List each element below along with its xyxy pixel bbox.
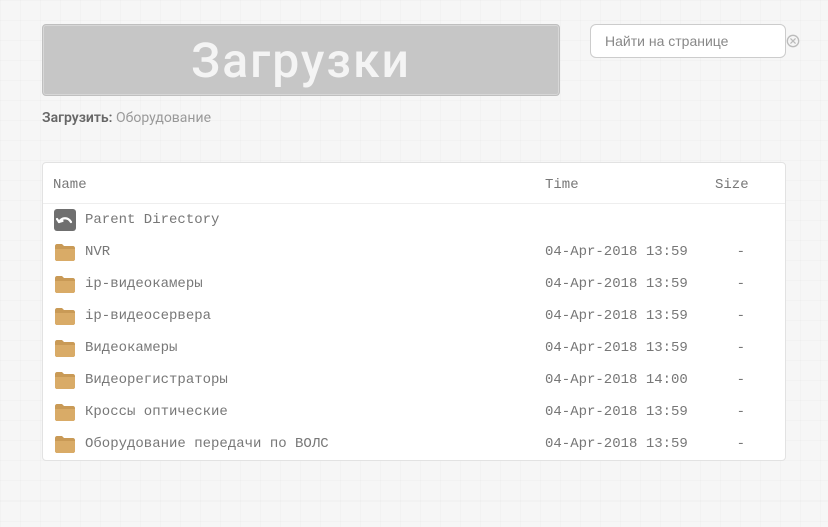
item-time: 04-Apr-2018 14:00 [545, 372, 715, 388]
item-time: 04-Apr-2018 13:59 [545, 308, 715, 324]
search-box[interactable] [590, 24, 786, 58]
item-name[interactable]: Оборудование передачи по ВОЛС [85, 436, 545, 452]
parent-directory-label[interactable]: Parent Directory [85, 212, 545, 228]
listing-header: Name Time Size [43, 163, 785, 204]
parent-directory-icon [53, 208, 77, 232]
item-name[interactable]: Видеокамеры [85, 340, 545, 356]
col-size-header[interactable]: Size [715, 177, 775, 193]
list-item[interactable]: ip-видеосервера04-Apr-2018 13:59- [43, 300, 785, 332]
item-time: 04-Apr-2018 13:59 [545, 276, 715, 292]
item-size: - [715, 436, 775, 452]
folder-icon [53, 240, 77, 264]
item-name[interactable]: ip-видеокамеры [85, 276, 545, 292]
list-item[interactable]: Видеорегистраторы04-Apr-2018 14:00- [43, 364, 785, 396]
list-item[interactable]: Кроссы оптические04-Apr-2018 13:59- [43, 396, 785, 428]
folder-icon [53, 432, 77, 456]
folder-icon [53, 336, 77, 360]
item-size: - [715, 340, 775, 356]
banner-title: Загрузки [191, 32, 411, 89]
item-time: 04-Apr-2018 13:59 [545, 436, 715, 452]
folder-icon [53, 304, 77, 328]
folder-icon [53, 368, 77, 392]
item-size: - [715, 308, 775, 324]
item-time: 04-Apr-2018 13:59 [545, 244, 715, 260]
breadcrumb: Загрузить: Оборудование [42, 110, 786, 126]
item-name[interactable]: Кроссы оптические [85, 404, 545, 420]
list-item[interactable]: Видеокамеры04-Apr-2018 13:59- [43, 332, 785, 364]
parent-directory-row[interactable]: Parent Directory [43, 204, 785, 236]
item-size: - [715, 244, 775, 260]
item-time: 04-Apr-2018 13:59 [545, 404, 715, 420]
list-item[interactable]: ip-видеокамеры04-Apr-2018 13:59- [43, 268, 785, 300]
breadcrumb-path[interactable]: Оборудование [116, 110, 211, 126]
list-item[interactable]: Оборудование передачи по ВОЛС04-Apr-2018… [43, 428, 785, 460]
item-size: - [715, 404, 775, 420]
folder-icon [53, 400, 77, 424]
item-name[interactable]: NVR [85, 244, 545, 260]
item-size: - [715, 372, 775, 388]
item-time: 04-Apr-2018 13:59 [545, 340, 715, 356]
directory-listing: Name Time Size Parent Directory NVR04-Ap… [42, 162, 786, 461]
item-name[interactable]: ip-видеосервера [85, 308, 545, 324]
search-input[interactable] [605, 33, 786, 49]
clear-search-icon[interactable] [786, 33, 800, 49]
list-item[interactable]: NVR04-Apr-2018 13:59- [43, 236, 785, 268]
col-time-header[interactable]: Time [545, 177, 715, 193]
breadcrumb-label: Загрузить: [42, 110, 113, 126]
folder-icon [53, 272, 77, 296]
col-name-header[interactable]: Name [53, 177, 545, 193]
item-name[interactable]: Видеорегистраторы [85, 372, 545, 388]
item-size: - [715, 276, 775, 292]
page-banner: Загрузки [42, 24, 560, 96]
